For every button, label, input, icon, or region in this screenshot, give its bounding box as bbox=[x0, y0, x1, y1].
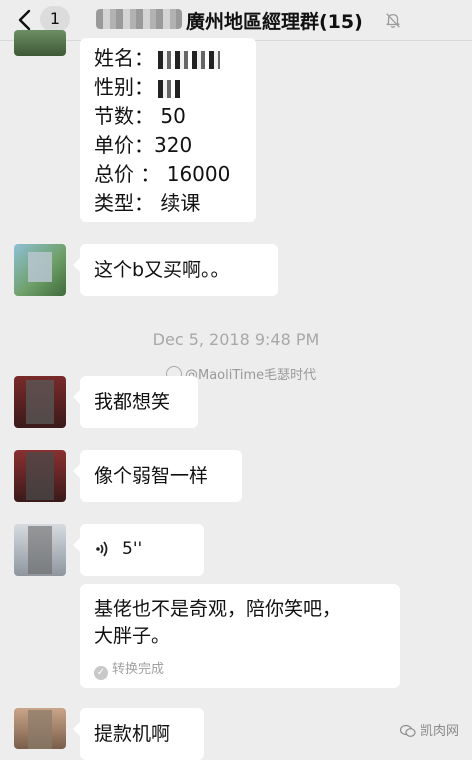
transcript-line: 基佬也不是奇观，陪你笑吧， bbox=[94, 598, 342, 620]
order-total: 总价 ： 16000 bbox=[94, 162, 231, 186]
wechat-icon bbox=[400, 724, 416, 737]
message-text: 这个b又买啊。。 bbox=[94, 259, 230, 281]
voice-transcript-bubble[interactable]: 基佬也不是奇观，陪你笑吧， 大胖子。 ✓ 转换完成 bbox=[80, 584, 400, 688]
transcript-status: ✓ 转换完成 bbox=[94, 656, 386, 683]
transcript-status-text: 转换完成 bbox=[112, 662, 165, 677]
unread-count-badge[interactable]: 1 bbox=[40, 6, 70, 32]
pixelated-gender bbox=[158, 79, 180, 98]
avatar[interactable] bbox=[14, 376, 66, 428]
check-circle-icon: ✓ bbox=[94, 666, 108, 680]
message-bubble[interactable]: 像个弱智一样 bbox=[73, 450, 242, 502]
order-sessions: 节数： 50 bbox=[94, 104, 186, 128]
order-unit-price: 单价：320 bbox=[94, 133, 193, 157]
pixelated-name bbox=[158, 50, 220, 69]
message-timestamp: Dec 5, 2018 9:48 PM bbox=[152, 330, 320, 349]
voice-duration: 5'' bbox=[122, 539, 143, 559]
avatar[interactable] bbox=[14, 524, 66, 576]
corner-watermark: 凯肉网 bbox=[400, 720, 459, 739]
chevron-left-icon[interactable] bbox=[14, 8, 38, 32]
avatar[interactable] bbox=[14, 30, 66, 56]
message-bubble[interactable]: 这个b又买啊。。 bbox=[73, 244, 278, 296]
name-label: 姓名： bbox=[94, 46, 154, 70]
corner-watermark-text: 凯肉网 bbox=[420, 724, 460, 739]
sound-wave-icon bbox=[96, 541, 108, 557]
message-bubble[interactable]: 我都想笑 bbox=[73, 376, 198, 428]
message-text: 我都想笑 bbox=[94, 391, 171, 413]
message-text: 像个弱智一样 bbox=[94, 465, 209, 487]
voice-message-bubble[interactable]: 5'' bbox=[73, 524, 204, 576]
order-name-row: 姓名： bbox=[94, 44, 256, 73]
blurred-group-name bbox=[96, 9, 182, 29]
transcript-line: 大胖子。 bbox=[94, 625, 171, 647]
avatar[interactable] bbox=[14, 450, 66, 502]
message-bubble[interactable]: 提款机啊 bbox=[73, 708, 204, 760]
order-type: 类型： 续课 bbox=[94, 191, 201, 215]
watermark-text: @MaoliTime毛瑟时代 bbox=[185, 368, 317, 383]
gender-label: 性别： bbox=[94, 75, 154, 99]
chat-title: 廣州地區經理群(15) bbox=[186, 11, 363, 33]
message-text: 提款机啊 bbox=[94, 723, 171, 745]
avatar[interactable] bbox=[14, 708, 66, 749]
order-gender-row: 性别： bbox=[94, 73, 256, 102]
bell-muted-icon bbox=[386, 13, 400, 28]
avatar[interactable] bbox=[14, 244, 66, 296]
chat-header: 1 廣州地區經理群(15) bbox=[0, 0, 472, 41]
order-info-bubble[interactable]: 姓名： 性别： 节数： 50 单价：320 总价 ： 16000 类型： 续课 bbox=[80, 38, 256, 222]
